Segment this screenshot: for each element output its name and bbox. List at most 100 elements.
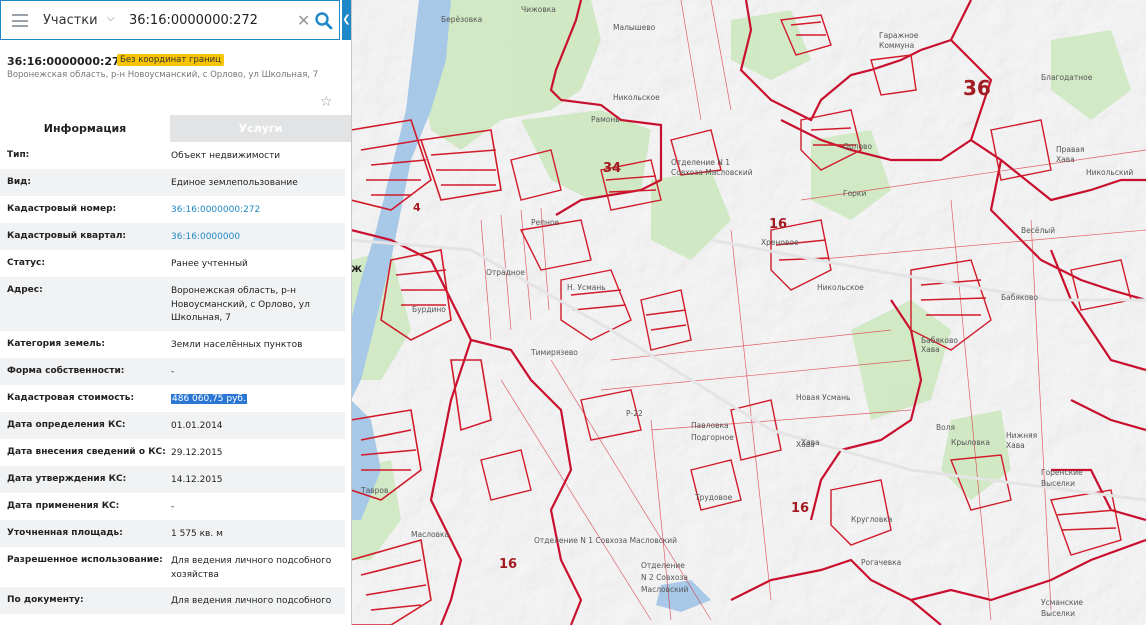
chevron-down-icon[interactable]: ⌵ (107, 13, 115, 24)
attribute-value: Для ведения личного подсобного (171, 596, 332, 606)
svg-text:Бабяково: Бабяково (1001, 293, 1038, 302)
attribute-value: 14.12.2015 (171, 475, 223, 485)
attribute-value: Земли населённых пунктов (171, 340, 303, 350)
hamburger-menu-icon[interactable] (12, 14, 28, 27)
svg-text:Павловка: Павловка (691, 421, 729, 430)
svg-text:Тимирязево: Тимирязево (530, 348, 578, 357)
svg-text:Хава: Хава (1006, 441, 1025, 450)
svg-text:Хреновое: Хреновое (761, 238, 799, 247)
svg-text:Коммуна: Коммуна (879, 41, 914, 50)
svg-text:Новая Усмань: Новая Усмань (796, 393, 850, 402)
svg-text:Рамонь: Рамонь (591, 115, 620, 124)
attribute-label: Дата внесения сведений о КС: (7, 447, 166, 457)
attribute-value: Единое землепользование (171, 178, 298, 188)
attribute-row: Кадастровый квартал: 36:16:0000000 (0, 223, 345, 250)
attribute-row: Вид: Единое землепользование (0, 169, 345, 196)
star-icon[interactable]: ☆ (320, 94, 333, 110)
tab-info[interactable]: Информация (0, 115, 170, 142)
svg-text:Горенские: Горенские (1041, 468, 1083, 477)
attribute-row: Кадастровая стоимость: 486 060,75 руб. (0, 385, 345, 412)
map-svg[interactable]: 36 34 16 16 16 4 Берёзовка Чижовка Малыш… (350, 0, 1146, 626)
svg-text:Хава: Хава (796, 440, 815, 449)
attribute-row: Дата определения КС: 01.01.2014 (0, 412, 345, 439)
svg-text:Усманские: Усманские (1041, 598, 1083, 607)
attribute-label: Тип: (7, 150, 30, 160)
tab-services[interactable]: Услуги (170, 115, 351, 142)
attribute-row: Тип: Объект недвижимости (0, 142, 345, 169)
search-icon[interactable] (314, 11, 334, 31)
district-label-34: 34 (603, 161, 621, 176)
attribute-value[interactable]: 36:16:0000000:272 (171, 204, 341, 218)
svg-text:Правая: Правая (1056, 145, 1085, 154)
svg-text:Р-22: Р-22 (626, 409, 643, 418)
svg-text:Хава: Хава (921, 345, 940, 354)
attribute-label: Вид: (7, 177, 32, 187)
svg-text:Выселки: Выселки (1041, 479, 1075, 488)
attribute-label: Разрешенное использование: (7, 555, 163, 565)
svg-text:Бурдино: Бурдино (412, 305, 446, 314)
attribute-value: - (171, 367, 175, 377)
svg-text:Никольский: Никольский (1086, 168, 1133, 177)
svg-text:Кругловка: Кругловка (851, 515, 892, 524)
attribute-value: Воронежская область, р-н Новоусманский, … (171, 286, 310, 323)
svg-text:Ж: Ж (351, 265, 362, 275)
collapse-panel-button[interactable]: ❮ (342, 0, 351, 40)
attribute-value: 29.12.2015 (171, 448, 223, 458)
attribute-label: Кадастровая стоимость: (7, 393, 135, 403)
object-title: 36:16:0000000:272 (7, 55, 128, 68)
attribute-row: Статус: Ранее учтенный (0, 250, 345, 277)
svg-text:Масловский: Масловский (641, 585, 689, 594)
attribute-row: Дата внесения сведений о КС: 29.12.2015 (0, 439, 345, 466)
svg-text:Подгорное: Подгорное (691, 433, 734, 442)
close-icon[interactable]: ✕ (297, 11, 310, 30)
attribute-row: Форма собственности: - (0, 358, 345, 385)
district-label-16: 16 (499, 557, 517, 572)
search-input[interactable]: 36:16:0000000:272 (129, 13, 258, 28)
attribute-value: Ранее учтенный (171, 259, 248, 269)
svg-text:Орлово: Орлово (843, 142, 872, 151)
svg-text:Выселки: Выселки (1041, 609, 1075, 618)
attribute-label: Кадастровый квартал: (7, 231, 127, 241)
svg-text:Крыловка: Крыловка (951, 438, 990, 447)
attribute-row: Дата применения КС: - (0, 493, 345, 520)
attribute-label: Уточненная площадь: (7, 528, 123, 538)
svg-text:Никольское: Никольское (817, 283, 864, 292)
status-badge: Без координат границ (117, 54, 224, 66)
svg-text:Нижняя: Нижняя (1006, 431, 1037, 440)
attribute-value: 01.01.2014 (171, 421, 223, 431)
svg-text:Совхоза Масловский: Совхоза Масловский (671, 168, 753, 177)
svg-text:Трудовое: Трудовое (694, 493, 733, 502)
attribute-value[interactable]: 36:16:0000000 (171, 231, 341, 245)
svg-text:Малышево: Малышево (613, 23, 656, 32)
svg-text:Чижовка: Чижовка (521, 5, 556, 14)
svg-text:Рогачевка: Рогачевка (861, 558, 901, 567)
map-canvas[interactable]: 36 34 16 16 16 4 Берёзовка Чижовка Малыш… (350, 0, 1146, 626)
attribute-table: Тип: Объект недвижимости Вид: Единое землеп… (0, 142, 345, 614)
svg-text:Берёзовка: Берёзовка (441, 15, 482, 24)
district-label-16: 16 (769, 217, 787, 232)
svg-text:Репное: Репное (531, 218, 560, 227)
svg-text:Отделение N 1: Отделение N 1 (671, 158, 730, 167)
info-panel: Участки ⌵ 36:16:0000000:272 ✕ ❮ 36:16:00… (0, 0, 352, 625)
attribute-row: Кадастровый номер: 36:16:0000000:272 (0, 196, 345, 223)
svg-text:Тавров: Тавров (360, 486, 388, 495)
attribute-label: Дата применения КС: (7, 501, 120, 511)
svg-text:Масловка: Масловка (411, 530, 449, 539)
attribute-row: По документу: Для ведения личного подсобн… (0, 587, 345, 614)
attribute-value: 486 060,75 руб. (171, 393, 341, 407)
attribute-value: 1 575 кв. м (171, 529, 223, 539)
district-label-4: 4 (413, 201, 421, 214)
svg-text:Бабяково: Бабяково (921, 336, 958, 345)
svg-text:Отделение: Отделение (641, 561, 685, 570)
attribute-value: Объект недвижимости (171, 151, 281, 161)
attribute-row: Категория земель: Земли населённых пункто… (0, 331, 345, 358)
district-label-36: 36 (963, 76, 991, 100)
attribute-label: Дата утверждения КС: (7, 474, 127, 484)
layer-select[interactable]: Участки (43, 13, 98, 28)
attribute-label: Адрес: (7, 285, 43, 295)
attribute-row: Уточненная площадь: 1 575 кв. м (0, 520, 345, 547)
svg-text:Н. Усмань: Н. Усмань (567, 283, 606, 292)
svg-text:Отделение N 1 Совхоза Масловск: Отделение N 1 Совхоза Масловский (534, 536, 677, 545)
svg-text:Горки: Горки (843, 189, 866, 198)
highlighted-value: 486 060,75 руб. (171, 394, 247, 404)
